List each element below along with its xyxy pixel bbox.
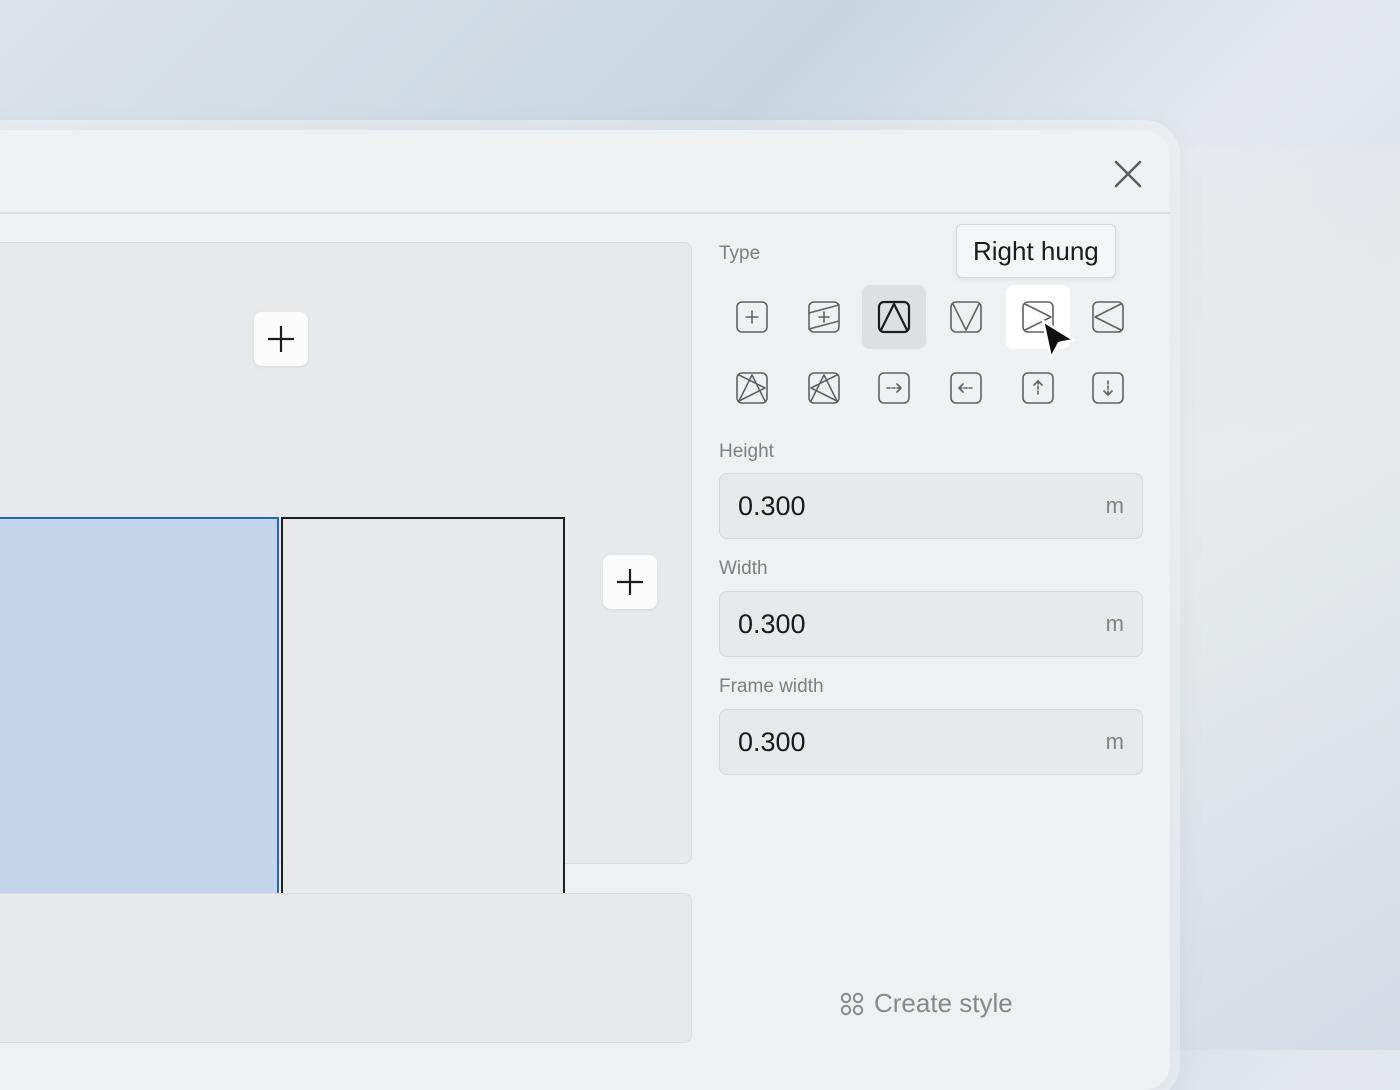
height-unit: m [1105, 493, 1124, 518]
type-option-tilt-turn-right[interactable] [792, 356, 856, 420]
fixed-hatched-icon [808, 301, 840, 333]
slide-right-icon [878, 372, 910, 404]
frame-width-label: Frame width [719, 676, 824, 697]
slide-down-icon [1092, 372, 1124, 404]
type-option-bottom-hung[interactable] [934, 285, 998, 349]
type-label: Type [719, 243, 761, 264]
bottom-panel [0, 893, 692, 1043]
height-field[interactable]: 0.300 m [719, 473, 1143, 539]
width-field[interactable]: 0.300 m [719, 591, 1143, 657]
type-option-slide-left[interactable] [934, 356, 998, 420]
window-pane-selected[interactable] [0, 517, 279, 903]
frame-width-field[interactable]: 0.300 m [719, 709, 1143, 775]
type-option-slide-up[interactable] [1006, 356, 1070, 420]
type-option-fixed-hatched[interactable] [792, 285, 856, 349]
type-option-left-hung[interactable] [1076, 285, 1140, 349]
type-option-fixed-plus[interactable] [720, 285, 784, 349]
top-hung-icon [877, 300, 911, 334]
right-hung-icon [1022, 301, 1054, 333]
slide-up-icon [1022, 372, 1054, 404]
type-option-top-hung[interactable] [862, 285, 926, 349]
type-option-tilt-turn-left[interactable] [720, 356, 784, 420]
create-style-button[interactable]: Create style [840, 988, 1013, 1019]
close-icon [1114, 160, 1142, 188]
plus-icon [617, 569, 643, 595]
type-option-right-hung[interactable] [1006, 285, 1070, 349]
slide-left-icon [950, 372, 982, 404]
add-pane-right-button[interactable] [603, 555, 657, 609]
frame-width-value: 0.300 [738, 727, 806, 757]
height-label: Height [719, 441, 774, 462]
frame-width-unit: m [1105, 729, 1124, 754]
type-option-slide-right[interactable] [862, 356, 926, 420]
window-titlebar [0, 130, 1170, 214]
window-preview-canvas [0, 242, 692, 905]
create-style-label: Create style [874, 988, 1013, 1018]
create-style-icon [840, 992, 864, 1015]
height-value: 0.300 [738, 491, 806, 521]
tilt-turn-right-icon [808, 372, 840, 404]
tilt-turn-left-icon [736, 372, 768, 404]
window-pane[interactable] [281, 517, 565, 905]
plus-icon [268, 326, 294, 352]
fixed-plus-icon [736, 301, 768, 333]
type-tooltip: Right hung [956, 224, 1116, 278]
width-value: 0.300 [738, 609, 806, 639]
close-button[interactable] [1110, 156, 1146, 192]
width-label: Width [719, 558, 768, 579]
add-pane-top-button[interactable] [254, 312, 308, 366]
width-unit: m [1105, 611, 1124, 636]
type-option-slide-down[interactable] [1076, 356, 1140, 420]
left-hung-icon [1092, 301, 1124, 333]
bottom-hung-icon [950, 301, 982, 333]
